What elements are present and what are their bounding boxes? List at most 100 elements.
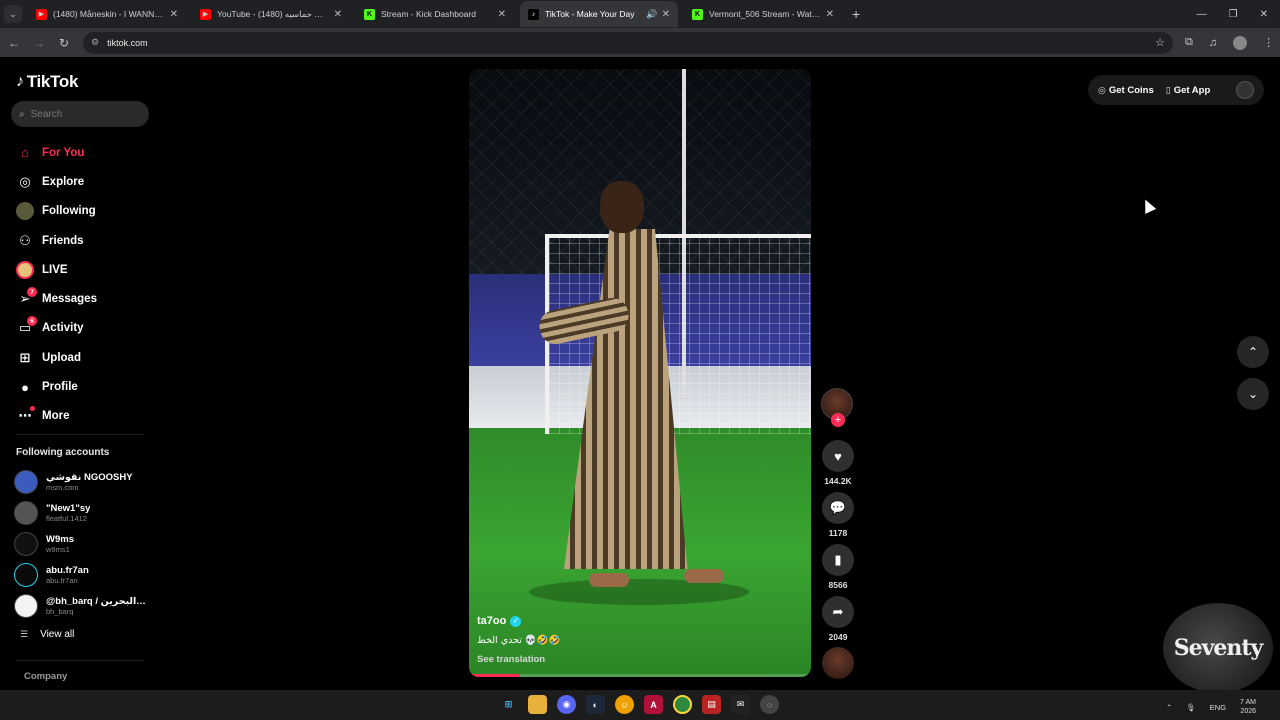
close-window-icon[interactable]: ✕ <box>1260 9 1268 20</box>
app-icon[interactable]: ✉ <box>731 695 750 714</box>
sound-disc-avatar[interactable] <box>822 647 854 679</box>
video-progress-bar[interactable] <box>469 674 811 677</box>
following-account[interactable]: نقوشي NGOOSHY msm.com <box>14 467 154 498</box>
following-account[interactable]: abu.fr7an abu.fr7an <box>14 559 154 590</box>
clock-date: 2026 <box>1240 708 1256 715</box>
kick-favicon-icon: K <box>364 8 375 20</box>
site-info-icon[interactable]: ⚙ <box>91 37 99 48</box>
more-icon: ⋯ <box>16 406 35 425</box>
sidebar-item-activity[interactable]: ▭ 6 Activity <box>16 314 156 343</box>
tiktok-favicon-icon: ♪ <box>528 8 539 20</box>
sidebar-item-live[interactable]: LIVE <box>16 255 156 284</box>
address-bar[interactable]: ⚙ tiktok.com ☆ <box>83 31 1173 54</box>
search-input[interactable]: ⌕ Search <box>11 101 149 127</box>
sidebar-divider <box>16 434 144 435</box>
sidebar-item-label: Following <box>42 205 96 218</box>
close-tab-icon[interactable]: ✕ <box>826 9 834 20</box>
bookmark-star-icon[interactable]: ☆ <box>1155 36 1165 49</box>
file-explorer-icon[interactable] <box>528 695 547 714</box>
maximize-icon[interactable]: ❐ <box>1229 9 1238 20</box>
company-link[interactable]: Company <box>24 671 67 682</box>
sidebar-item-following[interactable]: Following <box>16 197 156 226</box>
view-all-link[interactable]: ☰ View all <box>20 629 74 640</box>
get-coins-button[interactable]: ◎ Get Coins <box>1098 85 1154 96</box>
follow-plus-icon[interactable]: + <box>831 413 845 427</box>
sidebar-item-label: Explore <box>42 175 85 188</box>
following-account[interactable]: "New1"sy fleatful.1412 <box>14 498 154 529</box>
search-placeholder: Search <box>30 108 63 120</box>
browser-tab[interactable]: K Stream - Kick Dashboard ✕ <box>356 1 514 27</box>
profile-avatar[interactable] <box>1236 81 1254 99</box>
sidebar-item-friends[interactable]: ⚇ Friends <box>16 226 156 255</box>
sidebar-item-upload[interactable]: ⊞ Upload <box>16 343 156 372</box>
tab-search-button[interactable]: ⌄ <box>4 5 22 23</box>
clock[interactable]: 7 AM 2026 <box>1240 698 1256 716</box>
discord-icon[interactable]: ◉ <box>557 695 576 714</box>
new-tab-icon[interactable]: + <box>852 6 860 22</box>
app-icon[interactable]: ☺ <box>615 695 634 714</box>
browser-tab[interactable]: ▶ (1480) Måneskin - I WANNA BE ✕ <box>28 1 186 27</box>
clock-time: 7 AM <box>1240 699 1256 706</box>
close-tab-icon[interactable]: ✕ <box>170 9 178 20</box>
sidebar-item-more[interactable]: ⋯ More <box>16 402 156 431</box>
get-app-button[interactable]: ▯ Get App <box>1166 85 1211 96</box>
steam-icon[interactable]: ◐ <box>586 695 605 714</box>
sidebar-item-label: LIVE <box>42 263 68 276</box>
language-indicator[interactable]: ENG <box>1210 703 1226 712</box>
friends-icon: ⚇ <box>19 232 31 248</box>
browser-tab[interactable]: K Vermont_506 Stream - Watch Li ✕ <box>684 1 842 27</box>
comment-action[interactable]: 💬 1178 <box>822 492 854 538</box>
forward-icon[interactable]: → <box>28 36 50 50</box>
video-username: ta7oo <box>477 615 507 627</box>
share-action[interactable]: ➦ 2049 <box>822 596 854 642</box>
extensions-icon[interactable]: ⧉ <box>1185 36 1193 49</box>
tray-overflow-icon[interactable]: ⌃ <box>1166 703 1172 712</box>
mouse-cursor-icon <box>1139 197 1157 214</box>
account-text: abu.fr7an abu.fr7an <box>46 565 89 585</box>
sidebar-item-profile[interactable]: ● Profile <box>16 372 156 401</box>
close-tab-icon[interactable]: ✕ <box>498 9 506 20</box>
next-video-button[interactable]: ⌄ <box>1237 378 1269 410</box>
back-icon[interactable]: ← <box>3 36 25 50</box>
app-icon[interactable]: ▤ <box>702 695 721 714</box>
browser-tab[interactable]: ▶ YouTube - شيلات حماسيه (1480) ✕ <box>192 1 350 27</box>
creator-avatar[interactable]: + <box>821 388 853 427</box>
following-account[interactable]: @bh_barq / البحرين ... bh_barq <box>14 590 154 621</box>
reload-icon[interactable]: ↻ <box>53 36 75 50</box>
bookmark-icon[interactable]: ▮ <box>822 544 854 576</box>
account-text: W9ms w9ms1 <box>46 534 74 554</box>
minimize-icon[interactable]: — <box>1197 9 1207 20</box>
comment-icon[interactable]: 💬 <box>822 492 854 524</box>
video-author[interactable]: ta7oo ✓ <box>477 615 522 627</box>
avatar <box>14 501 38 526</box>
sidebar-item-for-you[interactable]: ⌂ For You <box>16 138 156 167</box>
video-player[interactable]: ta7oo ✓ تحدي الخط 💀🤣🤣 See translation <box>469 69 811 677</box>
save-action[interactable]: ▮ 8566 <box>822 544 854 590</box>
sidebar-item-messages[interactable]: ➢ 7 Messages <box>16 284 156 313</box>
close-tab-icon[interactable]: ✕ <box>662 9 670 20</box>
following-account[interactable]: W9ms w9ms1 <box>14 529 154 560</box>
menu-kebab-icon[interactable]: ⋮ <box>1263 36 1274 49</box>
video-actions: + ♥ 144.2K 💬 1178 ▮ 8566 ➦ 2049 <box>821 388 855 679</box>
account-handle: bh_barq <box>46 606 74 616</box>
speaker-icon[interactable]: 🔊 <box>646 9 657 20</box>
microphone-icon[interactable]: 🎙 <box>1186 703 1196 712</box>
tiktok-logo[interactable]: ♪ TikTok <box>16 72 78 92</box>
chrome-icon[interactable] <box>673 695 692 714</box>
app-icon[interactable]: ◌ <box>760 695 779 714</box>
browser-tab-active[interactable]: ♪ TikTok - Make Your Day 🔊 ✕ <box>520 1 678 27</box>
app-icon[interactable]: A <box>644 695 663 714</box>
heart-icon[interactable]: ♥ <box>822 440 854 472</box>
sidebar-item-explore[interactable]: ◎ Explore <box>16 167 156 196</box>
media-control-icon[interactable]: ♫ <box>1209 37 1217 49</box>
profile-avatar-icon[interactable] <box>1233 35 1248 50</box>
previous-video-button[interactable]: ⌃ <box>1237 336 1269 368</box>
close-tab-icon[interactable]: ✕ <box>334 9 342 20</box>
windows-start-icon[interactable]: ⊞ <box>499 695 518 714</box>
like-action[interactable]: ♥ 144.2K <box>822 440 854 486</box>
see-translation-link[interactable]: See translation <box>477 654 545 665</box>
share-arrow-icon[interactable]: ➦ <box>822 596 854 628</box>
following-accounts-title: Following accounts <box>16 447 110 458</box>
account-text: نقوشي NGOOSHY msm.com <box>46 472 133 492</box>
tab-title: YouTube - شيلات حماسيه (1480) <box>217 8 330 19</box>
